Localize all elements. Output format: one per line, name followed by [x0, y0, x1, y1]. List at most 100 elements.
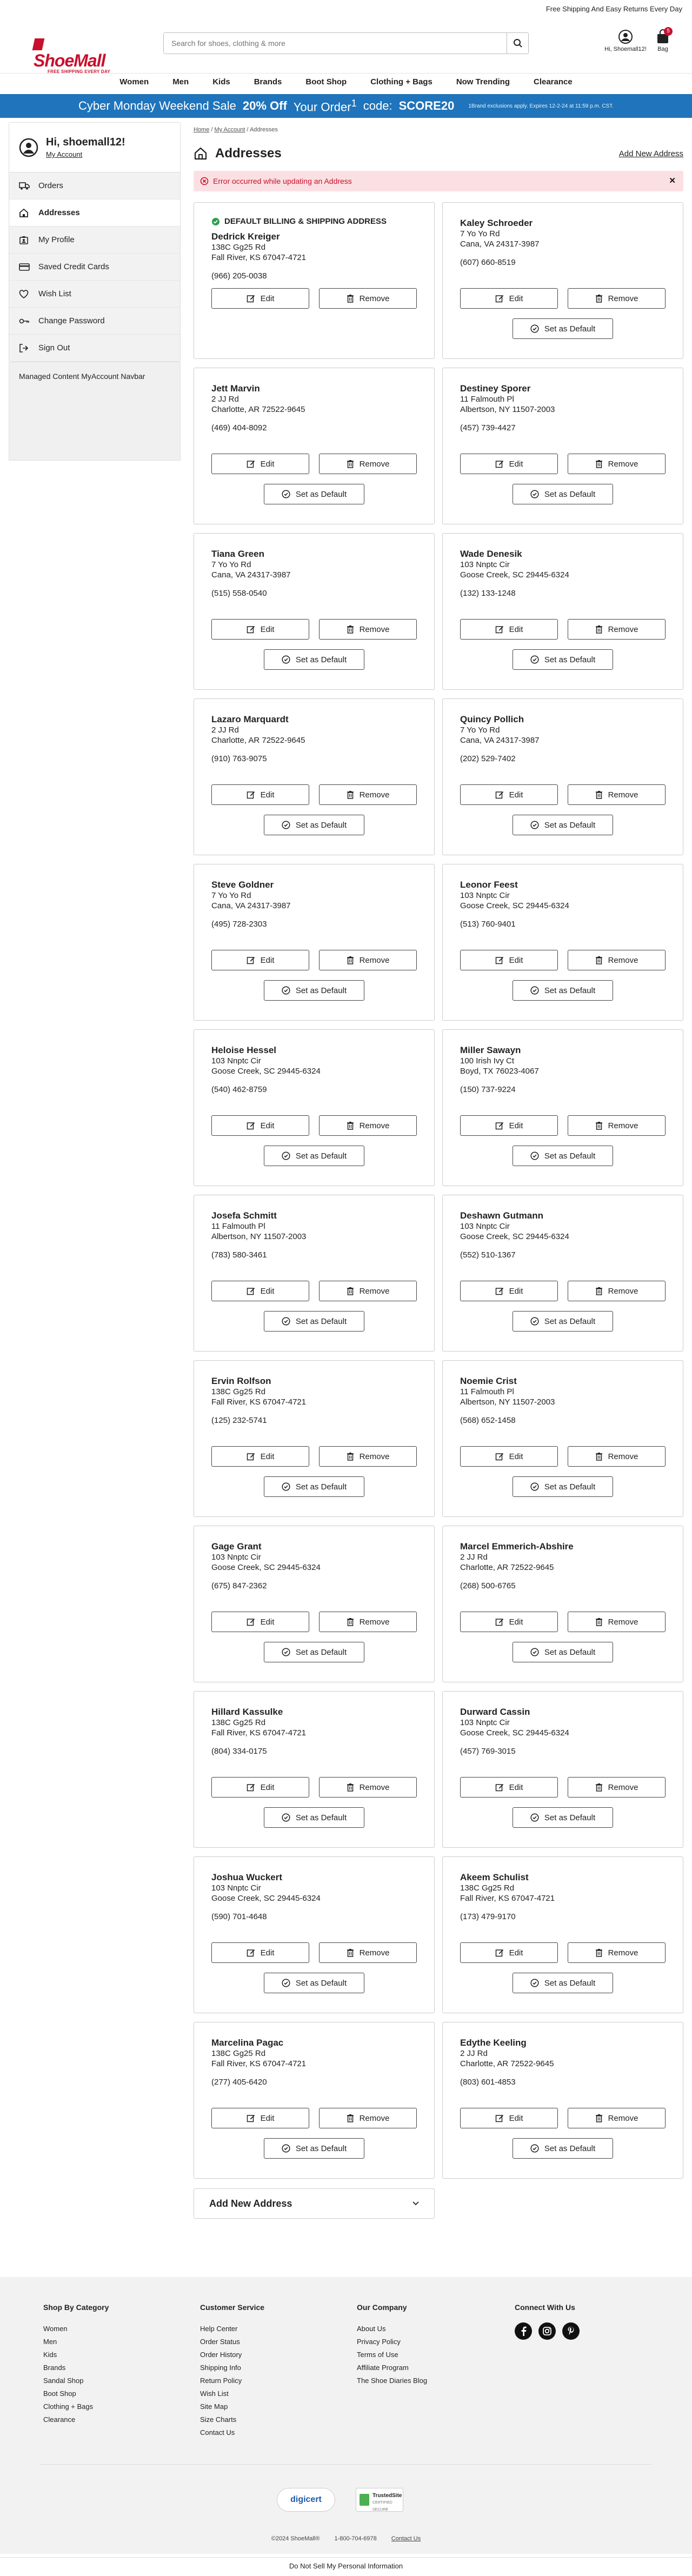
- nav-item-women[interactable]: Women: [108, 74, 161, 92]
- footer-link[interactable]: Contact Us: [200, 2426, 264, 2439]
- pinterest-icon[interactable]: [562, 2322, 580, 2340]
- set-default-button[interactable]: Set as Default: [264, 2138, 364, 2159]
- set-default-button[interactable]: Set as Default: [264, 649, 364, 670]
- edit-address-button[interactable]: Edit: [460, 784, 558, 805]
- remove-address-button[interactable]: Remove: [568, 288, 666, 309]
- footer-link[interactable]: Size Charts: [200, 2413, 264, 2426]
- edit-address-button[interactable]: Edit: [211, 1446, 309, 1467]
- footer-link[interactable]: Shipping Info: [200, 2361, 264, 2374]
- sidebar-item-sign-out[interactable]: Sign Out: [9, 335, 180, 362]
- nav-item-men[interactable]: Men: [161, 74, 201, 92]
- footer-link[interactable]: Order Status: [200, 2335, 264, 2348]
- remove-address-button[interactable]: Remove: [568, 1115, 666, 1136]
- edit-address-button[interactable]: Edit: [460, 1446, 558, 1467]
- sidebar-item-wish-list[interactable]: Wish List: [9, 281, 180, 308]
- set-default-button[interactable]: Set as Default: [264, 1642, 364, 1662]
- remove-address-button[interactable]: Remove: [568, 1777, 666, 1798]
- set-default-button[interactable]: Set as Default: [513, 815, 613, 835]
- footer-link[interactable]: Affiliate Program: [357, 2361, 427, 2374]
- remove-address-button[interactable]: Remove: [319, 950, 417, 970]
- remove-address-button[interactable]: Remove: [319, 1446, 417, 1467]
- footer-link[interactable]: Clothing + Bags: [43, 2400, 109, 2413]
- shoemall-logo[interactable]: ShoeMall FREE SHIPPING EVERY DAY: [32, 35, 115, 74]
- remove-address-button[interactable]: Remove: [568, 1281, 666, 1301]
- set-default-button[interactable]: Set as Default: [264, 1311, 364, 1332]
- set-default-button[interactable]: Set as Default: [513, 2138, 613, 2159]
- set-default-button[interactable]: Set as Default: [513, 980, 613, 1001]
- remove-address-button[interactable]: Remove: [568, 950, 666, 970]
- nav-item-clothing-bags[interactable]: Clothing + Bags: [358, 74, 444, 92]
- nav-item-now-trending[interactable]: Now Trending: [444, 74, 522, 92]
- digicert-seal[interactable]: digicert: [277, 2488, 335, 2512]
- sidebar-item-addresses[interactable]: Addresses: [9, 199, 180, 227]
- nav-item-boot-shop[interactable]: Boot Shop: [294, 74, 358, 92]
- set-default-button[interactable]: Set as Default: [513, 1146, 613, 1166]
- add-new-address-link[interactable]: Add New Address: [619, 149, 683, 158]
- nav-item-kids[interactable]: Kids: [201, 74, 242, 92]
- close-alert-button[interactable]: ✕: [669, 176, 676, 185]
- footer-link[interactable]: Boot Shop: [43, 2387, 109, 2400]
- edit-address-button[interactable]: Edit: [211, 1281, 309, 1301]
- set-default-button[interactable]: Set as Default: [513, 649, 613, 670]
- footer-link[interactable]: Men: [43, 2335, 109, 2348]
- edit-address-button[interactable]: Edit: [211, 2108, 309, 2128]
- edit-address-button[interactable]: Edit: [211, 950, 309, 970]
- sidebar-item-saved-credit-cards[interactable]: Saved Credit Cards: [9, 254, 180, 281]
- remove-address-button[interactable]: Remove: [319, 454, 417, 474]
- edit-address-button[interactable]: Edit: [211, 619, 309, 640]
- remove-address-button[interactable]: Remove: [319, 1612, 417, 1632]
- footer-link[interactable]: Women: [43, 2322, 109, 2335]
- footer-link[interactable]: The Shoe Diaries Blog: [357, 2374, 427, 2387]
- edit-address-button[interactable]: Edit: [211, 1115, 309, 1136]
- set-default-button[interactable]: Set as Default: [513, 1642, 613, 1662]
- edit-address-button[interactable]: Edit: [211, 1612, 309, 1632]
- remove-address-button[interactable]: Remove: [319, 2108, 417, 2128]
- instagram-icon[interactable]: [538, 2322, 556, 2340]
- edit-address-button[interactable]: Edit: [460, 454, 558, 474]
- remove-address-button[interactable]: Remove: [319, 1942, 417, 1963]
- edit-address-button[interactable]: Edit: [211, 1942, 309, 1963]
- sidebar-item-my-profile[interactable]: My Profile: [9, 227, 180, 254]
- remove-address-button[interactable]: Remove: [319, 619, 417, 640]
- footer-link[interactable]: Sandal Shop: [43, 2374, 109, 2387]
- trustedsite-seal[interactable]: TrustedSite CERTIFIED SECURE: [356, 2488, 403, 2512]
- do-not-sell-link[interactable]: Do Not Sell My Personal Information: [0, 2557, 692, 2576]
- set-default-button[interactable]: Set as Default: [264, 815, 364, 835]
- remove-address-button[interactable]: Remove: [319, 288, 417, 309]
- search-input[interactable]: [164, 33, 507, 54]
- remove-address-button[interactable]: Remove: [319, 1281, 417, 1301]
- set-default-button[interactable]: Set as Default: [513, 1973, 613, 1993]
- breadcrumb-my-account[interactable]: My Account: [215, 127, 245, 133]
- set-default-button[interactable]: Set as Default: [513, 318, 613, 339]
- remove-address-button[interactable]: Remove: [568, 784, 666, 805]
- footer-link[interactable]: Kids: [43, 2348, 109, 2361]
- nav-item-brands[interactable]: Brands: [242, 74, 294, 92]
- add-new-address-accordion[interactable]: Add New Address: [194, 2188, 435, 2219]
- set-default-button[interactable]: Set as Default: [513, 484, 613, 504]
- edit-address-button[interactable]: Edit: [460, 1115, 558, 1136]
- remove-address-button[interactable]: Remove: [319, 1115, 417, 1136]
- remove-address-button[interactable]: Remove: [319, 784, 417, 805]
- breadcrumb-home[interactable]: Home: [194, 127, 209, 133]
- edit-address-button[interactable]: Edit: [460, 619, 558, 640]
- set-default-button[interactable]: Set as Default: [264, 980, 364, 1001]
- nav-item-clearance[interactable]: Clearance: [522, 74, 584, 92]
- set-default-button[interactable]: Set as Default: [513, 1311, 613, 1332]
- promo-banner[interactable]: Cyber Monday Weekend Sale 20% Off Your O…: [0, 94, 692, 118]
- footer-link[interactable]: Brands: [43, 2361, 109, 2374]
- set-default-button[interactable]: Set as Default: [264, 1973, 364, 1993]
- footer-link[interactable]: Order History: [200, 2348, 264, 2361]
- edit-address-button[interactable]: Edit: [460, 2108, 558, 2128]
- account-menu[interactable]: Hi, Shoemall12!: [601, 29, 650, 52]
- footer-link[interactable]: Privacy Policy: [357, 2335, 427, 2348]
- remove-address-button[interactable]: Remove: [319, 1777, 417, 1798]
- footer-link[interactable]: Clearance: [43, 2413, 109, 2426]
- facebook-icon[interactable]: [515, 2322, 532, 2340]
- set-default-button[interactable]: Set as Default: [513, 1476, 613, 1497]
- remove-address-button[interactable]: Remove: [568, 1446, 666, 1467]
- edit-address-button[interactable]: Edit: [211, 1777, 309, 1798]
- edit-address-button[interactable]: Edit: [460, 1281, 558, 1301]
- footer-link[interactable]: Return Policy: [200, 2374, 264, 2387]
- edit-address-button[interactable]: Edit: [211, 784, 309, 805]
- sidebar-item-change-password[interactable]: Change Password: [9, 308, 180, 335]
